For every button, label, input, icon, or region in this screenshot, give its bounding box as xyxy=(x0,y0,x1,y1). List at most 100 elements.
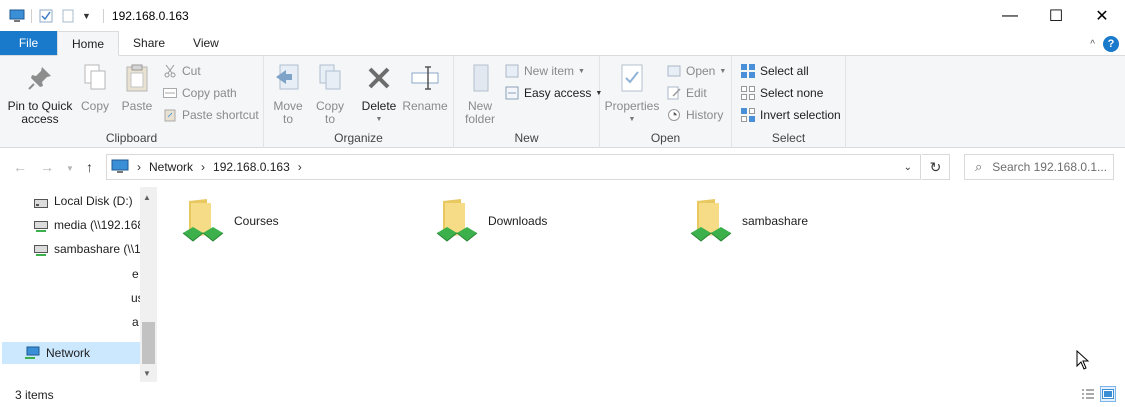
computer-icon[interactable] xyxy=(9,8,25,24)
select-all-icon xyxy=(740,63,756,79)
refresh-button[interactable]: ↻ xyxy=(922,154,950,180)
breadcrumb-chevron-icon[interactable]: › xyxy=(201,160,205,174)
new-item-label: New item xyxy=(524,64,575,78)
window-controls: — ☐ ✕ xyxy=(987,0,1125,32)
pin-to-quick-access-button[interactable]: Pin to Quick access xyxy=(6,62,74,126)
open-button[interactable]: Open ▼ xyxy=(666,60,726,82)
new-item-button[interactable]: New item ▼ xyxy=(504,60,585,82)
nav-scrollbar[interactable]: ▲ ▼ xyxy=(140,187,157,382)
clipboard-group: Pin to Quick access Copy Paste Cut Copy … xyxy=(0,56,264,148)
divider xyxy=(31,9,32,23)
search-icon: ⌕ xyxy=(975,159,983,174)
scissors-icon xyxy=(162,63,178,79)
customize-toolbar-icon[interactable]: ▼ xyxy=(82,11,91,21)
select-none-icon xyxy=(740,85,756,101)
properties-button[interactable]: Properties ▼ xyxy=(605,62,659,126)
breadcrumb-network[interactable]: Network xyxy=(149,160,193,174)
history-label: History xyxy=(686,108,724,122)
nav-item-sambashare[interactable]: sambashare (\\1 xyxy=(34,242,141,256)
help-icon[interactable]: ? xyxy=(1103,36,1119,52)
select-none-button[interactable]: Select none xyxy=(740,82,823,104)
scroll-down-icon[interactable]: ▼ xyxy=(143,369,151,378)
pin-label-line2: access xyxy=(21,112,59,126)
breadcrumb-chevron-icon[interactable]: › xyxy=(298,160,302,174)
copy-path-button[interactable]: Copy path xyxy=(162,82,237,104)
navigation-pane: Local Disk (D:) media (\\192.168 sambash… xyxy=(0,187,157,382)
folder-item-downloads[interactable]: Downloads xyxy=(433,195,547,243)
copy-icon xyxy=(79,62,111,94)
delete-dropdown-icon[interactable]: ▼ xyxy=(376,113,383,126)
nav-item-media[interactable]: media (\\192.168 xyxy=(34,218,144,232)
paste-button[interactable]: Paste xyxy=(118,62,156,113)
address-dropdown-icon[interactable]: ⌄ xyxy=(904,162,912,173)
move-to-button[interactable]: Move to xyxy=(272,62,304,126)
open-icon xyxy=(666,63,682,79)
select-none-label: Select none xyxy=(760,86,824,100)
paste-icon xyxy=(121,62,153,94)
collapse-ribbon-icon[interactable]: ^ xyxy=(1090,39,1095,50)
edit-icon xyxy=(666,85,682,101)
address-bar[interactable]: › Network › 192.168.0.163 › ⌄ xyxy=(106,154,921,180)
breadcrumb-host[interactable]: 192.168.0.163 xyxy=(213,160,290,174)
tab-home[interactable]: Home xyxy=(57,31,120,56)
up-arrow-icon[interactable]: ↑ xyxy=(86,159,93,175)
folder-item-sambashare[interactable]: sambashare xyxy=(687,195,808,243)
new-folder-button[interactable]: New folder xyxy=(462,62,498,126)
recent-locations-icon[interactable]: ▼ xyxy=(66,164,74,173)
cut-button[interactable]: Cut xyxy=(162,60,201,82)
copy-button[interactable]: Copy xyxy=(77,62,113,113)
new-folder-label-line2: folder xyxy=(464,112,496,126)
properties-dropdown-icon[interactable]: ▼ xyxy=(629,113,636,126)
tab-file[interactable]: File xyxy=(0,31,57,55)
mouse-cursor-icon xyxy=(1076,349,1090,373)
copy-path-icon xyxy=(162,85,178,101)
open-group: Properties ▼ Open ▼ Edit History Open xyxy=(600,56,732,148)
maximize-button[interactable]: ☐ xyxy=(1033,0,1079,32)
folder-item-courses[interactable]: Courses xyxy=(179,195,279,243)
tab-share[interactable]: Share xyxy=(119,31,179,55)
details-view-icon[interactable] xyxy=(1080,386,1096,402)
move-to-label-line2: to xyxy=(282,112,293,126)
nav-item-fragment[interactable]: e xyxy=(132,267,139,281)
organize-group-label: Organize xyxy=(334,131,383,145)
new-folder-icon[interactable] xyxy=(60,8,76,24)
window-title: 192.168.0.163 xyxy=(111,9,189,23)
nav-item-network[interactable]: Network xyxy=(2,342,140,364)
forward-arrow-icon[interactable]: → xyxy=(40,159,54,175)
minimize-button[interactable]: — xyxy=(987,0,1033,32)
scrollbar-thumb[interactable] xyxy=(142,322,155,364)
delete-button[interactable]: Delete ▼ xyxy=(361,62,397,126)
title-bar: ▼ 192.168.0.163 — ☐ ✕ xyxy=(0,0,1125,32)
tab-view[interactable]: View xyxy=(179,31,233,55)
invert-selection-button[interactable]: Invert selection xyxy=(740,104,841,126)
back-arrow-icon[interactable]: ← xyxy=(13,159,27,175)
network-computer-icon xyxy=(111,159,129,175)
close-button[interactable]: ✕ xyxy=(1079,0,1125,32)
nav-item-label: sambashare (\\1 xyxy=(54,242,141,256)
breadcrumb-chevron-icon[interactable]: › xyxy=(137,160,141,174)
large-icons-view-icon[interactable] xyxy=(1100,386,1116,402)
open-dropdown-icon[interactable]: ▼ xyxy=(719,68,726,75)
search-input[interactable]: ⌕ Search 192.168.0.1... xyxy=(964,154,1114,180)
scroll-up-icon[interactable]: ▲ xyxy=(143,193,151,202)
easy-access-button[interactable]: Easy access ▼ xyxy=(504,82,602,104)
copy-to-button[interactable]: Copy to xyxy=(314,62,346,126)
copy-path-label: Copy path xyxy=(182,86,237,100)
edit-button[interactable]: Edit xyxy=(666,82,707,104)
nav-item-local-disk[interactable]: Local Disk (D:) xyxy=(34,194,133,208)
nav-item-fragment[interactable]: a xyxy=(132,315,139,329)
pin-icon xyxy=(24,62,56,94)
nav-item-label: Local Disk (D:) xyxy=(54,194,133,208)
refresh-icon: ↻ xyxy=(929,158,942,175)
easy-access-label: Easy access xyxy=(524,86,592,100)
new-item-dropdown-icon[interactable]: ▼ xyxy=(578,68,585,75)
properties-icon[interactable] xyxy=(38,8,54,24)
paste-shortcut-button[interactable]: Paste shortcut xyxy=(162,104,259,126)
select-group: Select all Select none Invert selection … xyxy=(732,56,846,148)
rename-button[interactable]: Rename xyxy=(402,62,448,113)
new-item-icon xyxy=(504,63,520,79)
select-all-button[interactable]: Select all xyxy=(740,60,809,82)
item-count: 3 items xyxy=(15,387,54,402)
history-button[interactable]: History xyxy=(666,104,723,126)
shared-folder-icon xyxy=(687,195,735,243)
